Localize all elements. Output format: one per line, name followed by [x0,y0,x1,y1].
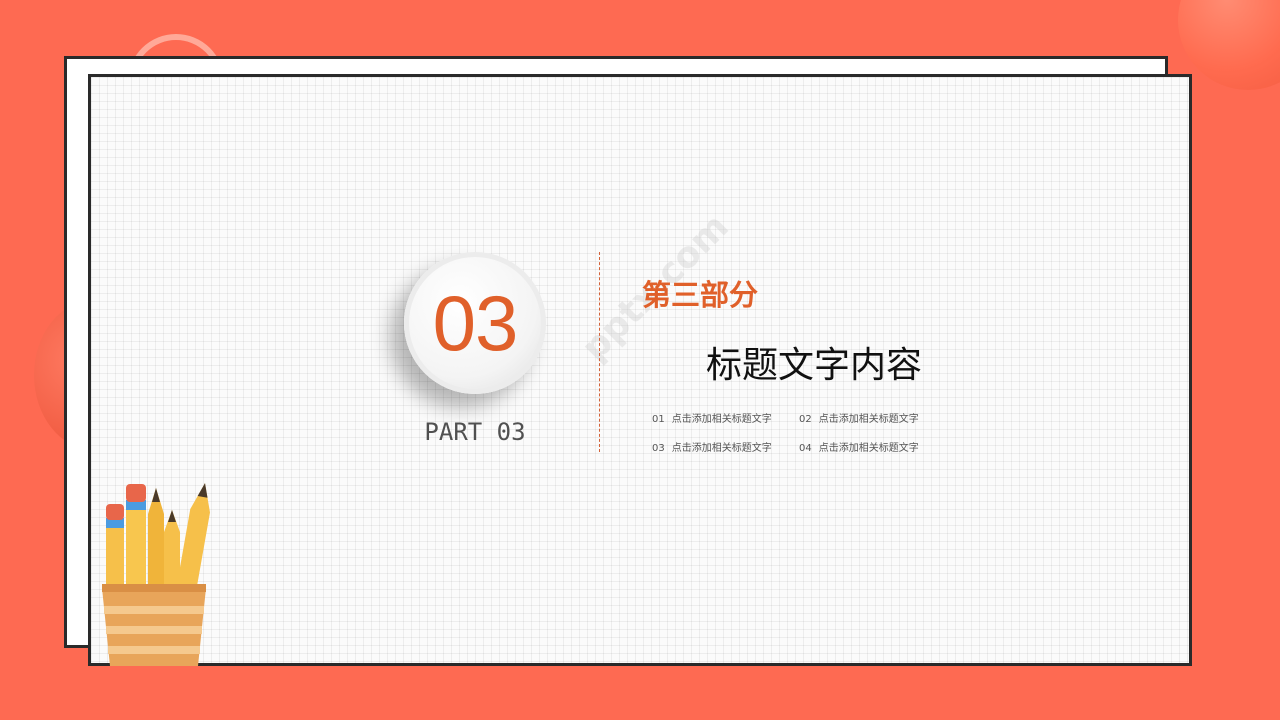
list-item-text: 点击添加相关标题文字 [818,443,919,454]
section-title: 第三部分 [642,278,759,312]
list-item-number: 02 [799,414,812,425]
pencil-icon [148,488,164,588]
part-label: PART 03 [424,418,526,446]
pencil-icon [106,504,124,588]
section-number-badge: 03 [404,252,546,394]
list-item-text: 点击添加相关标题文字 [671,414,772,425]
section-number: 03 [432,279,519,367]
list-item-text: 点击添加相关标题文字 [818,414,919,425]
pencil-icon [126,484,146,588]
list-item-number: 04 [799,443,812,454]
list-item-number: 03 [652,443,665,454]
list-item: 03 点击添加相关标题文字 [652,439,772,454]
dashed-divider [599,252,600,452]
front-paper-sheet [88,74,1192,666]
list-item-number: 01 [652,414,665,425]
cup-icon [102,584,206,666]
list-item: 01 点击添加相关标题文字 [652,410,772,425]
pencil-cup-icon [102,483,210,666]
pencil-icon [176,483,210,590]
pencil-icon [164,510,180,588]
list-item: 04 点击添加相关标题文字 [799,439,919,454]
decorative-circle-top-right [1178,0,1280,90]
list-item-text: 点击添加相关标题文字 [671,443,772,454]
main-title: 标题文字内容 [706,345,923,386]
list-item: 02 点击添加相关标题文字 [799,410,919,425]
